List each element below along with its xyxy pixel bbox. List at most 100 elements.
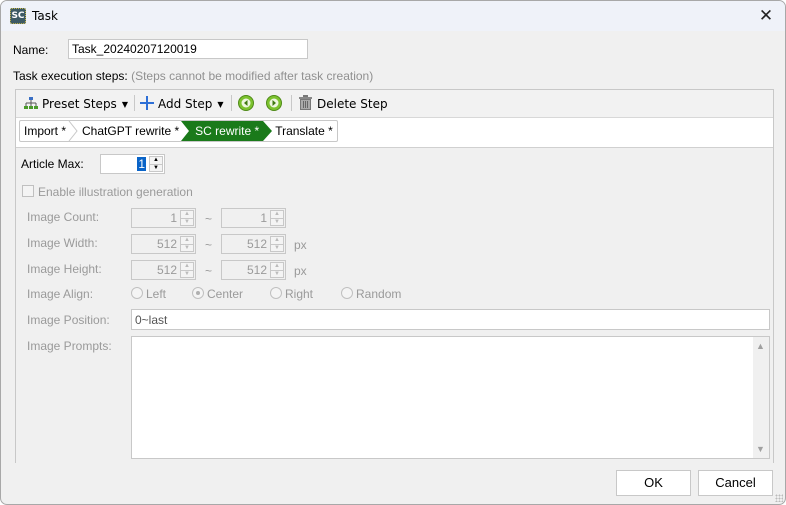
step-tab-sc-rewrite[interactable]: SC rewrite * bbox=[191, 121, 274, 141]
step-tab-translate[interactable]: Translate * bbox=[273, 121, 337, 141]
spin-up-icon: ▲ bbox=[184, 263, 190, 269]
sitemap-icon bbox=[24, 97, 38, 109]
height-unit: px bbox=[294, 264, 307, 278]
step-tab-import[interactable]: Import * bbox=[20, 121, 78, 141]
image-count-label: Image Count: bbox=[27, 210, 100, 224]
title-bar[interactable]: SC Task ✕ bbox=[1, 1, 785, 31]
image-width-label: Image Width: bbox=[27, 236, 98, 250]
align-left-label: Left bbox=[146, 287, 167, 301]
chevron-down-icon: ▼ bbox=[121, 99, 128, 109]
arrow-left-circle-icon bbox=[238, 95, 254, 111]
step-label: SC rewrite * bbox=[195, 124, 260, 138]
article-max-label: Article Max: bbox=[21, 157, 84, 171]
task-dialog: SC Task ✕ Name: Task_20240207120019 Task… bbox=[0, 0, 786, 505]
spin-down-icon: ▼ bbox=[271, 244, 283, 252]
align-center-label: Center bbox=[207, 287, 244, 301]
close-icon: ✕ bbox=[758, 6, 774, 26]
article-max-value: 1 bbox=[137, 157, 146, 171]
image-count-min-stepper[interactable]: 1 ▲ ▼ bbox=[131, 208, 196, 228]
scroll-down-icon[interactable]: ▼ bbox=[756, 444, 765, 454]
spin-up-icon: ▲ bbox=[274, 211, 280, 217]
range-separator: ~ bbox=[205, 212, 213, 226]
toolbar-divider bbox=[134, 95, 135, 111]
spin-up-icon: ▲ bbox=[274, 263, 280, 269]
spin-buttons[interactable]: ▲ ▼ bbox=[270, 236, 284, 252]
spin-down-icon: ▼ bbox=[150, 164, 162, 172]
step-settings-panel: Article Max: 1 ▲ ▼ Enable illustration ge… bbox=[16, 147, 773, 463]
range-separator: ~ bbox=[205, 264, 213, 278]
steps-panel: Preset Steps ▼ Add Step ▼ Delete Step Im… bbox=[15, 89, 774, 463]
spin-up-icon: ▲ bbox=[184, 237, 190, 243]
step-label: ChatGPT rewrite * bbox=[82, 124, 180, 138]
align-center-radio[interactable] bbox=[192, 287, 204, 299]
align-random-radio[interactable] bbox=[341, 287, 353, 299]
spin-up-icon: ▲ bbox=[153, 157, 159, 163]
step-label: Translate * bbox=[275, 124, 333, 138]
image-position-input[interactable]: 0~last bbox=[131, 309, 770, 330]
image-align-label: Image Align: bbox=[27, 287, 94, 301]
delete-step-label: Delete Step bbox=[317, 97, 388, 111]
image-position-label: Image Position: bbox=[27, 313, 110, 327]
step-tab-chatgpt-rewrite[interactable]: ChatGPT rewrite * bbox=[78, 121, 192, 141]
preset-steps-button[interactable]: Preset Steps ▼ bbox=[24, 94, 128, 114]
toolbar-divider bbox=[231, 95, 232, 111]
width-unit: px bbox=[294, 238, 307, 252]
delete-step-button[interactable]: Delete Step bbox=[299, 94, 388, 114]
image-count-max-stepper[interactable]: 1 ▲ ▼ bbox=[221, 208, 286, 228]
preset-steps-label: Preset Steps bbox=[42, 97, 117, 111]
chevron-down-icon: ▼ bbox=[217, 99, 224, 109]
spin-buttons[interactable]: ▲ ▼ bbox=[180, 262, 194, 278]
spin-down-icon: ▼ bbox=[181, 218, 193, 226]
image-prompts-label: Image Prompts: bbox=[27, 339, 112, 353]
app-logo-icon: SC bbox=[10, 8, 26, 24]
spin-up-icon: ▲ bbox=[184, 211, 190, 217]
add-step-button[interactable]: Add Step ▼ bbox=[140, 94, 224, 114]
steps-toolbar: Preset Steps ▼ Add Step ▼ Delete Step bbox=[16, 90, 773, 118]
enable-illustration-label: Enable illustration generation bbox=[38, 185, 193, 199]
spin-down-icon: ▼ bbox=[181, 270, 193, 278]
step-separator-icon bbox=[68, 121, 78, 141]
image-height-max-stepper[interactable]: 512 ▲ ▼ bbox=[221, 260, 286, 280]
step-breadcrumb: Import * ChatGPT rewrite * SC rewrite * … bbox=[19, 120, 338, 142]
plus-icon bbox=[140, 96, 154, 110]
spin-down-icon: ▼ bbox=[271, 270, 283, 278]
steps-label: Task execution steps: bbox=[13, 69, 128, 83]
spin-buttons[interactable]: ▲ ▼ bbox=[270, 210, 284, 226]
add-step-label: Add Step bbox=[158, 97, 213, 111]
spin-buttons[interactable]: ▲ ▼ bbox=[149, 156, 163, 172]
ok-button[interactable]: OK bbox=[616, 470, 691, 496]
step-label: Import * bbox=[24, 124, 67, 138]
close-button[interactable]: ✕ bbox=[753, 4, 779, 28]
resize-grip-icon[interactable] bbox=[775, 494, 783, 502]
step-separator-icon bbox=[263, 121, 274, 141]
image-width-min-value: 512 bbox=[156, 237, 177, 251]
enable-illustration-checkbox[interactable] bbox=[22, 185, 34, 197]
spin-up-icon: ▲ bbox=[274, 237, 280, 243]
scroll-up-icon[interactable]: ▲ bbox=[756, 341, 765, 351]
spin-down-icon: ▼ bbox=[181, 244, 193, 252]
image-count-min-value: 1 bbox=[170, 211, 177, 225]
arrow-right-circle-icon bbox=[266, 95, 282, 111]
move-step-left-button[interactable] bbox=[238, 95, 254, 115]
image-width-max-stepper[interactable]: 512 ▲ ▼ bbox=[221, 234, 286, 254]
spin-buttons[interactable]: ▲ ▼ bbox=[270, 262, 284, 278]
move-step-right-button[interactable] bbox=[266, 95, 282, 115]
image-prompts-scrollbar[interactable]: ▲ ▼ bbox=[753, 337, 769, 458]
image-height-label: Image Height: bbox=[27, 262, 102, 276]
align-left-radio[interactable] bbox=[131, 287, 143, 299]
steps-heading: Task execution steps: (Steps cannot be m… bbox=[13, 69, 373, 83]
steps-hint: (Steps cannot be modified after task cre… bbox=[131, 69, 374, 83]
image-width-min-stepper[interactable]: 512 ▲ ▼ bbox=[131, 234, 196, 254]
range-separator: ~ bbox=[205, 238, 213, 252]
name-input[interactable]: Task_20240207120019 bbox=[68, 39, 308, 59]
trash-icon bbox=[299, 95, 312, 110]
spin-buttons[interactable]: ▲ ▼ bbox=[180, 210, 194, 226]
name-label: Name: bbox=[13, 43, 49, 57]
article-max-stepper[interactable]: 1 ▲ ▼ bbox=[100, 154, 165, 174]
image-prompts-textarea[interactable]: ▲ ▼ bbox=[131, 336, 770, 459]
image-height-min-stepper[interactable]: 512 ▲ ▼ bbox=[131, 260, 196, 280]
image-height-min-value: 512 bbox=[156, 263, 177, 277]
align-right-radio[interactable] bbox=[270, 287, 282, 299]
spin-buttons[interactable]: ▲ ▼ bbox=[180, 236, 194, 252]
cancel-button[interactable]: Cancel bbox=[698, 470, 773, 496]
